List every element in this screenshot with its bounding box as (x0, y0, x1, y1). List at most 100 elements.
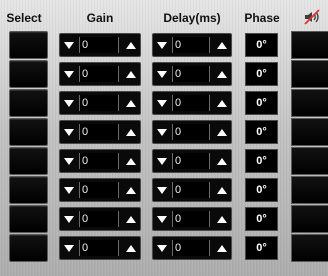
arrow-down-icon (157, 215, 167, 223)
delay-decrease-button[interactable] (153, 150, 171, 172)
delay-value-field[interactable]: 0 (172, 124, 210, 140)
gain-value-field[interactable]: 0 (79, 124, 119, 140)
delay-value-field[interactable]: 0 (172, 211, 210, 227)
delay-decrease-button[interactable] (153, 92, 171, 114)
gain-increase-button[interactable] (122, 63, 140, 85)
delay-increase-button[interactable] (213, 237, 231, 259)
delay-value-field[interactable]: 0 (172, 153, 210, 169)
arrow-up-icon (217, 157, 227, 165)
phase-button[interactable]: 0° (246, 179, 277, 201)
gain-decrease-button[interactable] (60, 208, 78, 230)
gain-increase-button[interactable] (122, 208, 140, 230)
mute-button[interactable] (292, 177, 328, 203)
gain-value-field[interactable]: 0 (79, 182, 119, 198)
gain-increase-button[interactable] (122, 121, 140, 143)
delay-control: 0 (153, 179, 231, 201)
delay-increase-button[interactable] (213, 208, 231, 230)
mute-button[interactable] (292, 235, 328, 261)
arrow-down-icon (157, 128, 167, 136)
delay-value-field[interactable]: 0 (172, 182, 210, 198)
arrow-up-icon (126, 157, 136, 165)
delay-header: Delay(ms) (163, 11, 221, 25)
delay-decrease-button[interactable] (153, 63, 171, 85)
gain-decrease-button[interactable] (60, 92, 78, 114)
gain-value-field[interactable]: 0 (79, 240, 119, 256)
phase-button[interactable]: 0° (246, 92, 277, 114)
gain-decrease-button[interactable] (60, 179, 78, 201)
arrow-up-icon (126, 70, 136, 78)
arrow-up-icon (126, 215, 136, 223)
channel-settings-panel: Select Gain Delay(ms) Phase 0 0 0° 0 0 0… (0, 0, 328, 276)
select-button[interactable] (10, 61, 47, 87)
mute-button[interactable] (292, 90, 328, 116)
select-button[interactable] (10, 206, 47, 232)
delay-decrease-button[interactable] (153, 208, 171, 230)
delay-decrease-button[interactable] (153, 237, 171, 259)
mute-button[interactable] (292, 61, 328, 87)
delay-control: 0 (153, 150, 231, 172)
select-button[interactable] (10, 32, 47, 58)
delay-increase-button[interactable] (213, 150, 231, 172)
gain-control: 0 (60, 208, 140, 230)
gain-increase-button[interactable] (122, 179, 140, 201)
gain-increase-button[interactable] (122, 34, 140, 56)
arrow-up-icon (217, 41, 227, 49)
delay-increase-button[interactable] (213, 63, 231, 85)
delay-decrease-button[interactable] (153, 179, 171, 201)
gain-decrease-button[interactable] (60, 34, 78, 56)
gain-increase-button[interactable] (122, 92, 140, 114)
channel-row: 0 0 0° (0, 90, 328, 116)
arrow-down-icon (64, 215, 74, 223)
phase-button[interactable]: 0° (246, 121, 277, 143)
gain-increase-button[interactable] (122, 150, 140, 172)
delay-value-field[interactable]: 0 (172, 37, 210, 53)
channel-row: 0 0 0° (0, 61, 328, 87)
select-button[interactable] (10, 177, 47, 203)
gain-value-field[interactable]: 0 (79, 211, 119, 227)
gain-value-field[interactable]: 0 (79, 37, 119, 53)
gain-decrease-button[interactable] (60, 63, 78, 85)
delay-decrease-button[interactable] (153, 34, 171, 56)
gain-value-field[interactable]: 0 (79, 66, 119, 82)
phase-button[interactable]: 0° (246, 237, 277, 259)
gain-value-field[interactable]: 0 (79, 153, 119, 169)
delay-increase-button[interactable] (213, 34, 231, 56)
phase-button[interactable]: 0° (246, 150, 277, 172)
delay-decrease-button[interactable] (153, 121, 171, 143)
channel-row: 0 0 0° (0, 148, 328, 174)
gain-control: 0 (60, 179, 140, 201)
delay-increase-button[interactable] (213, 179, 231, 201)
phase-button[interactable]: 0° (246, 63, 277, 85)
delay-value-field[interactable]: 0 (172, 95, 210, 111)
select-button[interactable] (10, 90, 47, 116)
delay-increase-button[interactable] (213, 92, 231, 114)
channel-row: 0 0 0° (0, 177, 328, 203)
select-button[interactable] (10, 235, 47, 261)
delay-value-field[interactable]: 0 (172, 240, 210, 256)
mute-button[interactable] (292, 119, 328, 145)
phase-button[interactable]: 0° (246, 34, 277, 56)
arrow-down-icon (157, 99, 167, 107)
arrow-down-icon (64, 157, 74, 165)
select-button[interactable] (10, 119, 47, 145)
arrow-down-icon (64, 99, 74, 107)
mute-button[interactable] (292, 206, 328, 232)
gain-decrease-button[interactable] (60, 150, 78, 172)
gain-control: 0 (60, 150, 140, 172)
gain-control: 0 (60, 121, 140, 143)
phase-button[interactable]: 0° (246, 208, 277, 230)
delay-value-field[interactable]: 0 (172, 66, 210, 82)
arrow-down-icon (64, 41, 74, 49)
gain-decrease-button[interactable] (60, 121, 78, 143)
arrow-up-icon (217, 99, 227, 107)
delay-increase-button[interactable] (213, 121, 231, 143)
gain-value-field[interactable]: 0 (79, 95, 119, 111)
phase-header: Phase (244, 11, 280, 25)
mute-button[interactable] (292, 32, 328, 58)
gain-decrease-button[interactable] (60, 237, 78, 259)
channel-row: 0 0 0° (0, 206, 328, 232)
arrow-up-icon (126, 99, 136, 107)
mute-button[interactable] (292, 148, 328, 174)
select-button[interactable] (10, 148, 47, 174)
gain-increase-button[interactable] (122, 237, 140, 259)
